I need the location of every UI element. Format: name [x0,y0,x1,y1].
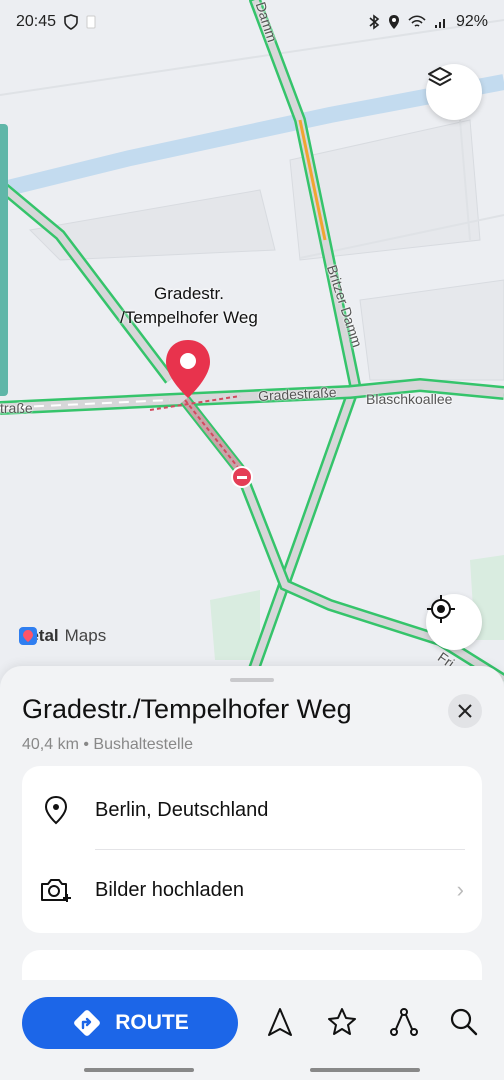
locate-me-button[interactable] [426,594,482,650]
upload-photos-row[interactable]: Bilder hochladen › [22,850,482,930]
layers-button[interactable] [426,64,482,120]
pin-label: Gradestr. /Tempelhofer Weg [96,282,282,330]
chevron-right-icon: › [456,877,464,902]
route-turn-icon [74,1010,101,1036]
address-row[interactable]: Berlin, Deutschland [22,770,482,850]
sheet-grab-handle[interactable] [230,678,274,682]
upload-photos-label: Bilder hochladen [95,878,244,901]
road-label-blaschkoallee: Blaschkoallee [366,391,453,407]
close-button[interactable] [448,694,482,728]
navigate-button[interactable] [260,1002,300,1042]
wifi-icon [408,15,426,27]
battery-level: 92% [455,13,488,30]
gesture-bar-left [84,1068,194,1072]
road-label-strasse-left: traße [0,400,33,416]
pin-label-line1: Gradestr. [154,284,224,303]
layers-icon [428,67,452,86]
map-view[interactable]: Gradestr. /Tempelhofer Weg Gradestraße B… [0,0,504,700]
side-panel-tab[interactable] [0,124,8,396]
favorite-button[interactable] [322,1002,362,1042]
petal-logo-icon [19,627,37,645]
info-card: Berlin, Deutschland Bilder hochladen › [22,766,482,933]
bluetooth-icon [369,14,380,30]
pin-label-line2: /Tempelhofer Weg [120,308,258,327]
petal-maps-logo: Petal Maps [18,626,106,646]
route-button[interactable]: ROUTE [22,997,238,1049]
place-title: Gradestr./Tempelhofer Weg [22,694,352,724]
signal-icon [434,19,445,28]
share-route-button[interactable] [384,1002,424,1042]
star-icon [328,1008,356,1035]
address-pin-icon [38,792,74,828]
place-subtitle: 40,4 km • Bushaltestelle [22,736,194,753]
status-bar: 20:45 92% [0,0,504,44]
location-icon [388,15,399,29]
search-icon [450,1008,478,1036]
share-icon [390,1008,418,1036]
gesture-bar-right [310,1068,420,1072]
no-entry-icon[interactable] [231,466,253,488]
sim-icon [86,15,96,29]
search-button[interactable] [444,1002,484,1042]
status-time: 20:45 [16,13,57,30]
navigate-icon [268,1008,292,1036]
bottom-action-bar: ROUTE [0,980,504,1080]
address-text: Berlin, Deutschland [95,798,269,821]
shield-icon [64,14,78,30]
route-label: ROUTE [115,1011,189,1034]
logo-word: Maps [64,626,107,645]
close-icon [458,704,472,718]
camera-add-icon [38,872,74,908]
crosshair-icon [427,595,455,623]
